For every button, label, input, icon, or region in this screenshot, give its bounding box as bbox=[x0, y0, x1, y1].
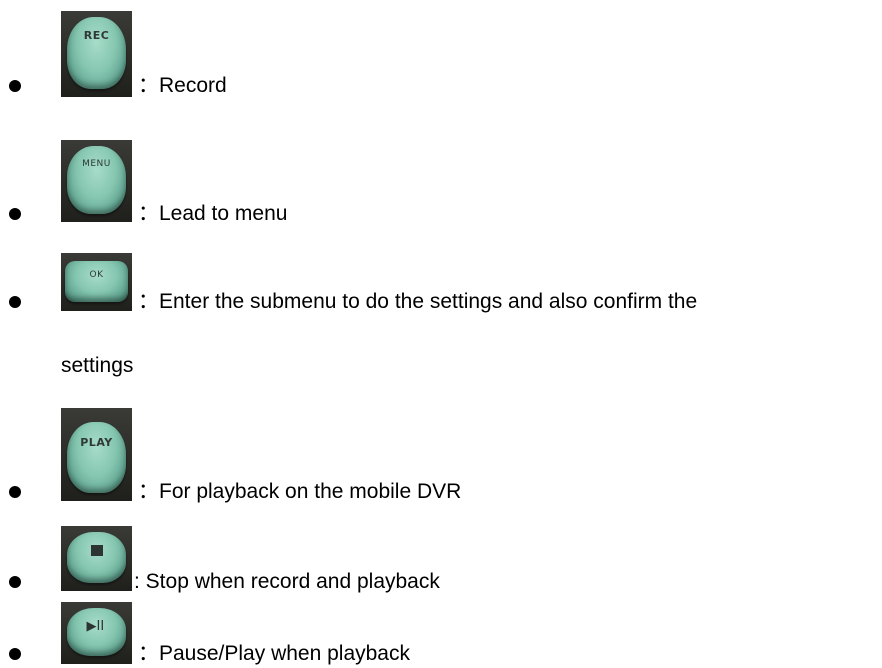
bullet-icon bbox=[9, 208, 21, 220]
pause-play-symbol: ▶II bbox=[86, 619, 105, 634]
menu-button-label: MENU bbox=[82, 159, 111, 169]
play-button-icon: PLAY bbox=[61, 408, 132, 501]
rec-button-label: REC bbox=[83, 29, 110, 42]
stop-description: : Stop when record and playback bbox=[134, 570, 440, 593]
menu-description: ：Lead to menu bbox=[138, 202, 288, 225]
play-button-label: PLAY bbox=[80, 436, 113, 449]
ok-button-icon: OK bbox=[61, 253, 132, 311]
bullet-icon bbox=[9, 486, 21, 498]
play-description: ：For playback on the mobile DVR bbox=[138, 480, 462, 503]
menu-button-icon: MENU bbox=[61, 140, 132, 222]
ok-description-continuation: settings bbox=[61, 354, 134, 377]
pause-play-button-icon: ▶II bbox=[61, 602, 132, 664]
rec-description: ：Record bbox=[138, 74, 227, 97]
ok-button-label: OK bbox=[89, 270, 104, 280]
bullet-icon bbox=[9, 296, 21, 308]
bullet-icon bbox=[9, 648, 21, 660]
ok-description: ：Enter the submenu to do the settings an… bbox=[138, 290, 698, 313]
bullet-icon bbox=[9, 80, 21, 92]
rec-button-icon: REC bbox=[61, 11, 132, 97]
stop-square-icon bbox=[90, 545, 103, 556]
bullet-icon bbox=[9, 576, 21, 588]
pause-play-description: ：Pause/Play when playback bbox=[138, 642, 410, 665]
stop-button-icon bbox=[61, 526, 132, 591]
